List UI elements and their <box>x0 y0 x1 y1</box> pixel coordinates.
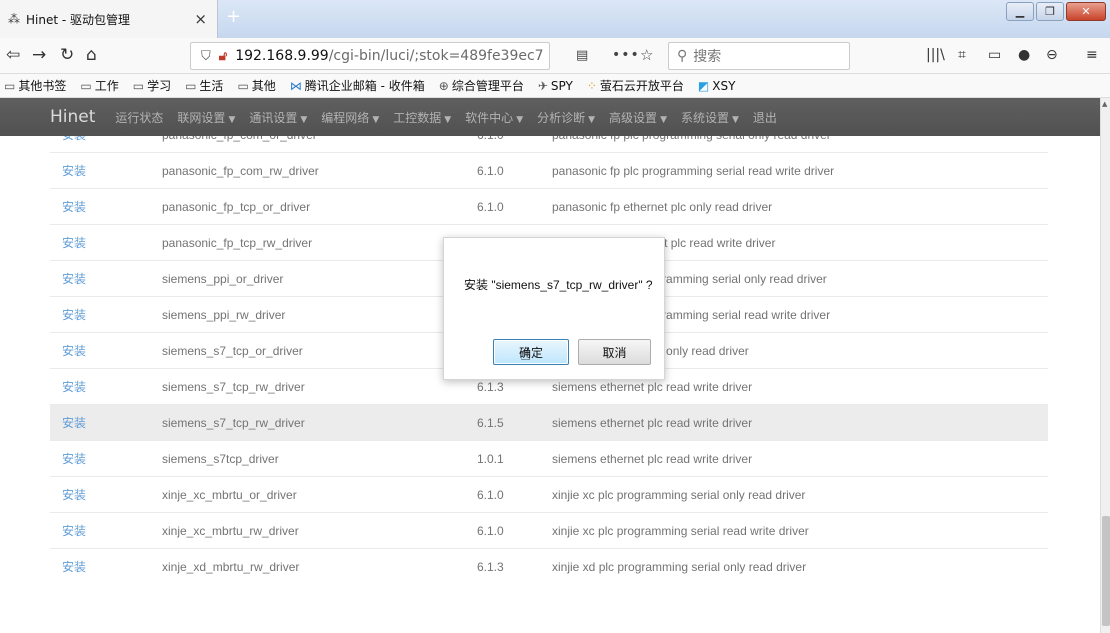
home-button-icon[interactable]: ⌂ <box>86 45 97 65</box>
folder-icon: ▭ <box>80 78 92 93</box>
mail-icon: ⋈ <box>289 78 302 93</box>
account-icon[interactable]: ⊖ <box>1046 47 1058 63</box>
scroll-up-icon[interactable]: ▲ <box>1102 100 1107 108</box>
reader-view-icon[interactable]: ▤ <box>576 48 588 63</box>
chat-icon[interactable]: ● <box>1018 47 1030 63</box>
browser-navbar: ⇦ → ↻ ⌂ ⛉ 🔓︎ 192.168.9.99 /cgi-bin/luci/… <box>0 38 1110 74</box>
new-tab-button[interactable]: + <box>226 6 241 27</box>
bookmark-xsy[interactable]: ◩ XSY <box>698 79 736 93</box>
library-icon[interactable]: |||\ <box>926 47 945 63</box>
confirm-ok-button[interactable]: 确定 <box>493 339 569 365</box>
browser-titlebar: ⁂ Hinet - 驱动包管理 × + ▁ ❐ ✕ <box>0 0 1110 38</box>
reload-button-icon[interactable]: ↻ <box>60 45 74 65</box>
browser-tab[interactable]: ⁂ Hinet - 驱动包管理 × <box>0 0 218 38</box>
minimize-button[interactable]: ▁ <box>1006 2 1034 21</box>
globe-icon: ⊕ <box>438 78 449 93</box>
bookmark-work[interactable]: ▭ 工作 <box>80 77 118 94</box>
url-path: /cgi-bin/luci/;stok=489fe39ec7 <box>328 48 544 64</box>
search-input[interactable]: ⚲ 搜索 <box>668 42 850 70</box>
bookmark-other[interactable]: ▭ 其他 <box>237 77 275 94</box>
page-scrollbar[interactable]: ▲ <box>1100 98 1110 633</box>
menu-icon[interactable]: ≡ <box>1086 47 1098 63</box>
insecure-lock-icon[interactable]: 🔓︎ <box>219 49 227 64</box>
folder-icon: ▭ <box>237 78 249 93</box>
maximize-button[interactable]: ❐ <box>1036 2 1064 21</box>
bookmark-tencent-mail[interactable]: ⋈ 腾讯企业邮箱 - 收件箱 <box>290 77 425 94</box>
tab-title: Hinet - 驱动包管理 <box>26 12 131 27</box>
dialog-message: 安装 "siemens_s7_tcp_rw_driver" ? <box>464 278 653 292</box>
window-controls: ▁ ❐ ✕ <box>1006 2 1106 21</box>
scroll-thumb[interactable] <box>1102 516 1110 626</box>
screenshot-icon[interactable]: ⌗ <box>958 47 966 63</box>
mouse-pointer-icon: ☝ <box>520 344 531 365</box>
bookmark-study[interactable]: ▭ 学习 <box>133 77 171 94</box>
close-window-button[interactable]: ✕ <box>1066 2 1106 21</box>
bookmarks-bar: ▭ 其他书签 ▭ 工作 ▭ 学习 ▭ 生活 ▭ 其他 ⋈ 腾讯企业邮箱 - 收件箱 ⊕ 综合管… <box>0 74 1110 98</box>
url-host: 192.168.9.99 <box>235 48 329 64</box>
bookmark-star-icon[interactable]: ☆ <box>640 46 653 64</box>
bookmark-admin-platform[interactable]: ⊕ 综合管理平台 <box>439 77 524 94</box>
page-favicon-icon: ⁂ <box>8 12 20 26</box>
back-button-icon[interactable]: ⇦ <box>6 45 20 65</box>
folder-icon: ▭ <box>185 78 197 93</box>
confirm-dialog: 安装 "siemens_s7_tcp_rw_driver" ? 确定 取消 <box>443 237 665 380</box>
forward-button-icon[interactable]: → <box>32 45 46 65</box>
sidebar-icon[interactable]: ▭ <box>988 47 1001 63</box>
folder-icon: ▭ <box>4 78 16 93</box>
search-icon: ⚲ <box>677 48 688 64</box>
bookmark-life[interactable]: ▭ 生活 <box>185 77 223 94</box>
bookmark-ezviz[interactable]: ⁘ 萤石云开放平台 <box>587 77 684 94</box>
more-actions-icon[interactable]: ••• <box>612 47 640 63</box>
folder-icon: ▭ <box>132 78 145 93</box>
cloud-icon: ⁘ <box>586 78 597 93</box>
app-icon: ◩ <box>697 78 710 93</box>
confirm-cancel-button[interactable]: 取消 <box>578 339 651 365</box>
bookmark-other-bookmarks[interactable]: ▭ 其他书签 <box>4 77 66 94</box>
tab-close-icon[interactable]: × <box>194 10 207 28</box>
address-bar[interactable]: ⛉ 🔓︎ 192.168.9.99 /cgi-bin/luci/;stok=48… <box>190 42 550 70</box>
shield-icon[interactable]: ⛉ <box>201 49 211 64</box>
plane-icon: ✈ <box>537 78 548 93</box>
bookmark-spy[interactable]: ✈ SPY <box>538 79 573 93</box>
search-placeholder: 搜索 <box>693 49 722 65</box>
